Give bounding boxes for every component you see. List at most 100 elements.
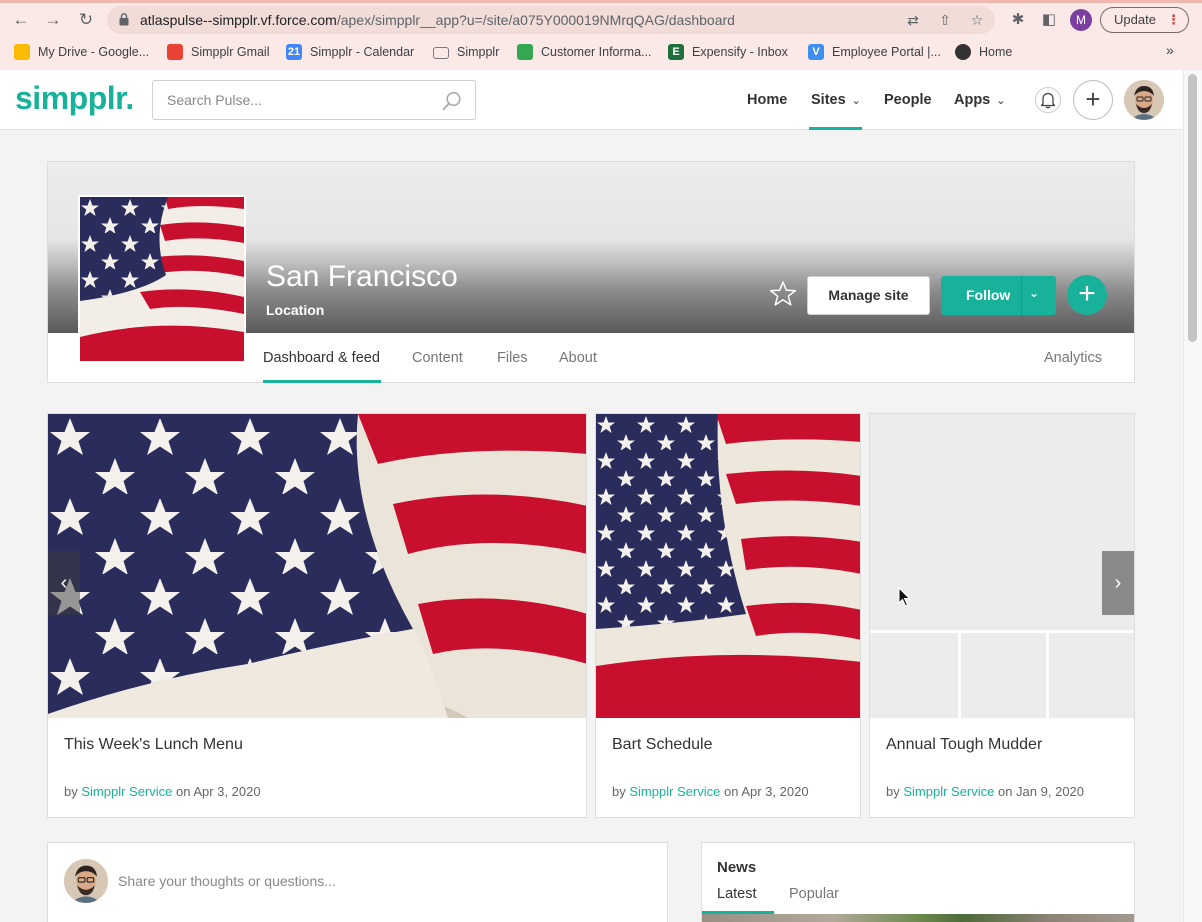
bookmark-item[interactable]: V Employee Portal |... [808,40,941,64]
card-title[interactable]: Bart Schedule [612,736,713,754]
translate-icon[interactable]: ⇄ [904,11,922,29]
carousel-card[interactable]: Bart Schedule by Simpplr Service on Apr … [595,413,861,818]
calendar-icon: 21 [286,44,302,60]
card-meta: by Simpplr Service on Jan 9, 2020 [886,784,1084,799]
card-image [596,414,860,718]
news-tab-latest[interactable]: Latest [717,886,757,902]
mouse-cursor-icon [898,587,911,607]
card-image [48,414,586,718]
manage-site-button[interactable]: Manage site [807,276,930,315]
tab-about[interactable]: About [559,350,597,366]
follow-divider [1021,276,1022,315]
bookmark-item[interactable]: Customer Informa... [517,40,651,64]
share-thoughts-input[interactable] [118,873,638,889]
us-flag-image [596,414,860,718]
forward-icon[interactable]: → [42,9,64,31]
card-meta-by: by [612,784,630,799]
news-tab-popular[interactable]: Popular [789,886,839,902]
bookmark-item[interactable]: Home [955,40,1012,64]
more-bookmarks-chevron-icon[interactable]: » [1166,42,1174,58]
lock-icon [119,13,129,26]
site-logo-image [78,195,246,363]
google-drive-icon [14,44,30,60]
site-type: Location [266,302,325,318]
simpplr-logo[interactable]: simpplr. [15,80,134,117]
us-flag-image [80,197,244,361]
extensions-icon[interactable]: ✱ [1007,9,1029,31]
url-host: atlaspulse--simpplr.vf.force.com [140,12,337,28]
create-plus-icon[interactable]: + [1073,80,1113,120]
scrollbar-thumb[interactable] [1188,74,1197,342]
bookmark-star-icon[interactable]: ☆ [968,11,986,29]
follow-button[interactable]: Follow ⌄ [941,276,1056,315]
card-image-placeholder [870,414,1134,718]
tab-files[interactable]: Files [497,350,528,366]
bookmark-item[interactable]: My Drive - Google... [14,40,149,64]
nav-apps-label: Apps [954,92,991,108]
profile-avatar[interactable]: M [1070,9,1092,31]
us-flag-image [48,414,586,718]
nav-sites-label: Sites [811,92,846,108]
add-content-plus-icon[interactable]: + [1067,275,1107,315]
bookmark-item[interactable]: E Expensify - Inbox [668,40,788,64]
bookmark-label: Simpplr [457,45,500,59]
nav-apps[interactable]: Apps ⌄ [954,92,1005,108]
reload-icon[interactable]: ↻ [75,9,97,31]
follow-label: Follow [966,287,1011,303]
carousel-next-chevron-right-icon[interactable]: › [1102,551,1134,615]
author-link[interactable]: Simpplr Service [903,784,994,799]
carousel-card[interactable]: Annual Tough Mudder by Simpplr Service o… [869,413,1135,818]
carousel-prev-chevron-left-icon[interactable]: ‹ [48,551,80,615]
more-vert-icon: ⋮ [1167,12,1180,27]
address-bar[interactable]: atlaspulse--simpplr.vf.force.com/apex/si… [107,6,995,34]
news-widget: News Latest Popular [701,842,1135,922]
bookmark-item[interactable]: Simpplr [433,40,499,64]
favorite-star-icon[interactable] [769,280,797,308]
author-link[interactable]: Simpplr Service [81,784,172,799]
bookmark-label: Simpplr - Calendar [310,45,415,59]
url-text: atlaspulse--simpplr.vf.force.com/apex/si… [140,12,735,28]
page-scrollbar[interactable] [1183,70,1202,922]
update-button[interactable]: Update ⋮ [1100,7,1189,33]
share-post-card [47,842,668,922]
bookmark-item[interactable]: 21 Simpplr - Calendar [286,40,414,64]
nav-sites[interactable]: Sites ⌄ [811,92,861,108]
bookmark-item[interactable]: Simpplr Gmail [167,40,270,64]
bookmark-label: Home [979,45,1013,59]
tab-content[interactable]: Content [412,350,463,366]
browser-chrome: ← → ↻ atlaspulse--simpplr.vf.force.com/a… [0,0,1202,70]
image-placeholder [1049,633,1134,718]
user-avatar[interactable] [1124,80,1164,120]
chevron-down-icon[interactable]: ⌄ [1029,286,1039,300]
notifications-bell-icon[interactable] [1035,87,1061,113]
share-icon[interactable]: ⇧ [936,11,954,29]
card-title[interactable]: This Week's Lunch Menu [64,736,243,754]
card-title[interactable]: Annual Tough Mudder [886,736,1042,754]
app-header: simpplr. Home Sites ⌄ People Apps ⌄ + [0,70,1183,130]
search-icon[interactable] [442,91,462,111]
search-box[interactable] [152,80,476,120]
news-thumbnail[interactable] [702,914,1134,922]
author-link[interactable]: Simpplr Service [629,784,720,799]
image-placeholder [870,633,958,718]
back-icon[interactable]: ← [10,9,32,31]
nav-home[interactable]: Home [747,92,787,108]
card-meta-by: by [64,784,82,799]
globe-icon [955,44,971,60]
bookmark-label: Customer Informa... [541,45,652,59]
site-title: San Francisco [266,260,458,293]
gmail-icon [167,44,183,60]
tab-analytics[interactable]: Analytics [1044,350,1102,366]
nav-people[interactable]: People [884,92,932,108]
folder-icon [433,47,449,59]
search-input[interactable] [167,92,427,108]
carousel-card[interactable]: This Week's Lunch Menu by Simpplr Servic… [47,413,587,818]
tab-dashboard-feed[interactable]: Dashboard & feed [263,350,380,366]
url-path: /apex/simpplr__app?u=/site/a075Y000019NM… [336,12,735,28]
active-tab-indicator [263,380,381,383]
active-nav-indicator [809,127,862,130]
card-meta: by Simpplr Service on Apr 3, 2020 [612,784,809,799]
side-panel-icon[interactable]: ◧ [1038,9,1060,31]
portal-icon: V [808,44,824,60]
bookmarks-bar: My Drive - Google... Simpplr Gmail 21 Simpp… [0,40,1202,64]
